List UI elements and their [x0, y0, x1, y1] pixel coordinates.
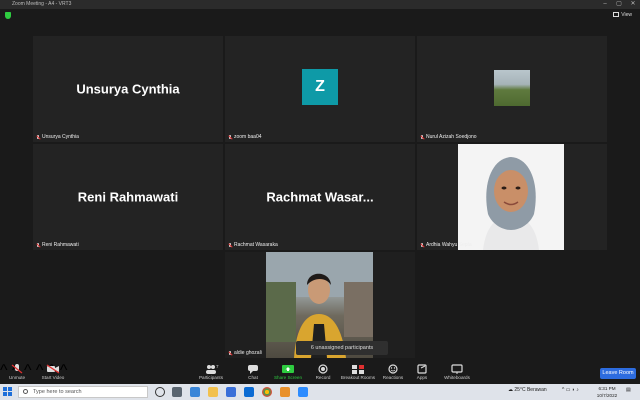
windows-start-icon[interactable] [3, 387, 13, 397]
muted-mic-icon [228, 134, 232, 140]
participant-label: Ardhia Wahyu Septa [420, 242, 472, 248]
participant-label: Unsurya Cynthia [36, 134, 79, 140]
participant-label: zoom baa04 [228, 134, 262, 140]
participant-label: aldie ghozali [228, 350, 262, 356]
window-title: Zoom Meeting - A4 - VRT3 [12, 1, 72, 7]
participant-label: Rachmat Wasaraka [228, 242, 278, 248]
breakout-rooms-icon [351, 364, 365, 374]
leave-room-button[interactable]: Leave Room [600, 368, 636, 379]
reactions-button[interactable]: Reactions [381, 364, 405, 380]
meeting-info-bar: View [0, 9, 640, 23]
chat-button[interactable]: Chat [243, 364, 263, 380]
encryption-shield-icon[interactable] [5, 12, 11, 19]
participant-label: Nurul Azizah Soedjono [420, 134, 477, 140]
video-tile[interactable]: Reni Rahmawati Reni Rahmawati [33, 144, 223, 250]
participants-button[interactable]: Participants [196, 364, 226, 380]
muted-mic-icon [228, 350, 232, 356]
participant-name-large: Rachmat Wasar... [266, 189, 374, 205]
cortana-icon[interactable] [155, 387, 165, 397]
app-icon[interactable] [280, 387, 290, 397]
reactions-icon [386, 364, 400, 374]
maximize-button[interactable]: ▢ [612, 0, 626, 9]
video-off-icon [46, 364, 60, 374]
taskbar-search-input[interactable]: Type here to search [18, 386, 148, 398]
participant-name-large: Unsurya Cynthia [76, 81, 180, 97]
view-button[interactable]: View [613, 12, 632, 18]
meeting-toolbar: Unmute ^ Start Video ^ Participants 7 ^ … [0, 362, 640, 384]
record-icon [316, 364, 330, 374]
unassigned-participants-button[interactable]: 6 unassigned participants [296, 341, 388, 355]
whiteboard-icon [450, 364, 464, 374]
zoom-icon[interactable] [298, 387, 308, 397]
window-titlebar: Zoom Meeting - A4 - VRT3 – ▢ ✕ [0, 0, 640, 9]
participant-label: Reni Rahmawati [36, 242, 79, 248]
muted-mic-icon [36, 134, 40, 140]
task-view-icon[interactable] [172, 387, 182, 397]
video-tile[interactable]: Unsurya Cynthia Unsurya Cynthia [33, 36, 223, 142]
muted-mic-icon [10, 364, 24, 374]
share-screen-button[interactable]: Share Screen [273, 364, 303, 380]
muted-mic-icon [228, 242, 232, 248]
participant-photo [458, 144, 564, 250]
profile-picture [494, 70, 530, 106]
chat-icon [246, 364, 260, 374]
notifications-icon[interactable]: ▤ [626, 387, 631, 393]
weather-widget[interactable]: ☁ 25°C Berawan [508, 387, 547, 393]
whiteboards-button[interactable]: Whiteboards [442, 364, 472, 380]
apps-button[interactable]: Apps [413, 364, 431, 380]
mail-icon[interactable] [226, 387, 236, 397]
search-icon [23, 389, 28, 394]
participants-count: 7 [216, 364, 219, 369]
apps-icon [415, 364, 429, 374]
file-explorer-icon[interactable] [208, 387, 218, 397]
chrome-icon[interactable] [262, 387, 272, 397]
taskbar-clock[interactable]: 6:31 PM 10/7/2022 [592, 385, 622, 399]
video-tile[interactable]: Z zoom baa04 [225, 36, 415, 142]
share-screen-icon [281, 364, 295, 374]
breakout-rooms-button[interactable]: Breakout Rooms [338, 364, 378, 380]
edge-icon[interactable] [190, 387, 200, 397]
participant-name-large: Reni Rahmawati [77, 189, 179, 205]
muted-mic-icon [420, 134, 424, 140]
minimize-button[interactable]: – [598, 0, 612, 9]
avatar: Z [302, 69, 338, 105]
grid-view-icon [613, 12, 620, 18]
video-tile[interactable]: Nurul Azizah Soedjono [417, 36, 607, 142]
store-icon[interactable] [244, 387, 254, 397]
system-tray-icons[interactable]: ^ ▭ ◗ ♪ [562, 387, 579, 393]
muted-mic-icon [36, 242, 40, 248]
windows-taskbar: Type here to search ☁ 25°C Berawan ^ ▭ ◗… [0, 384, 640, 400]
start-video-button[interactable]: Start Video [39, 364, 67, 380]
unmute-button[interactable]: Unmute [6, 364, 28, 380]
record-button[interactable]: Record [312, 364, 334, 380]
close-button[interactable]: ✕ [626, 0, 640, 9]
video-tile[interactable]: Rachmat Wasar... Rachmat Wasaraka [225, 144, 415, 250]
muted-mic-icon [420, 242, 424, 248]
